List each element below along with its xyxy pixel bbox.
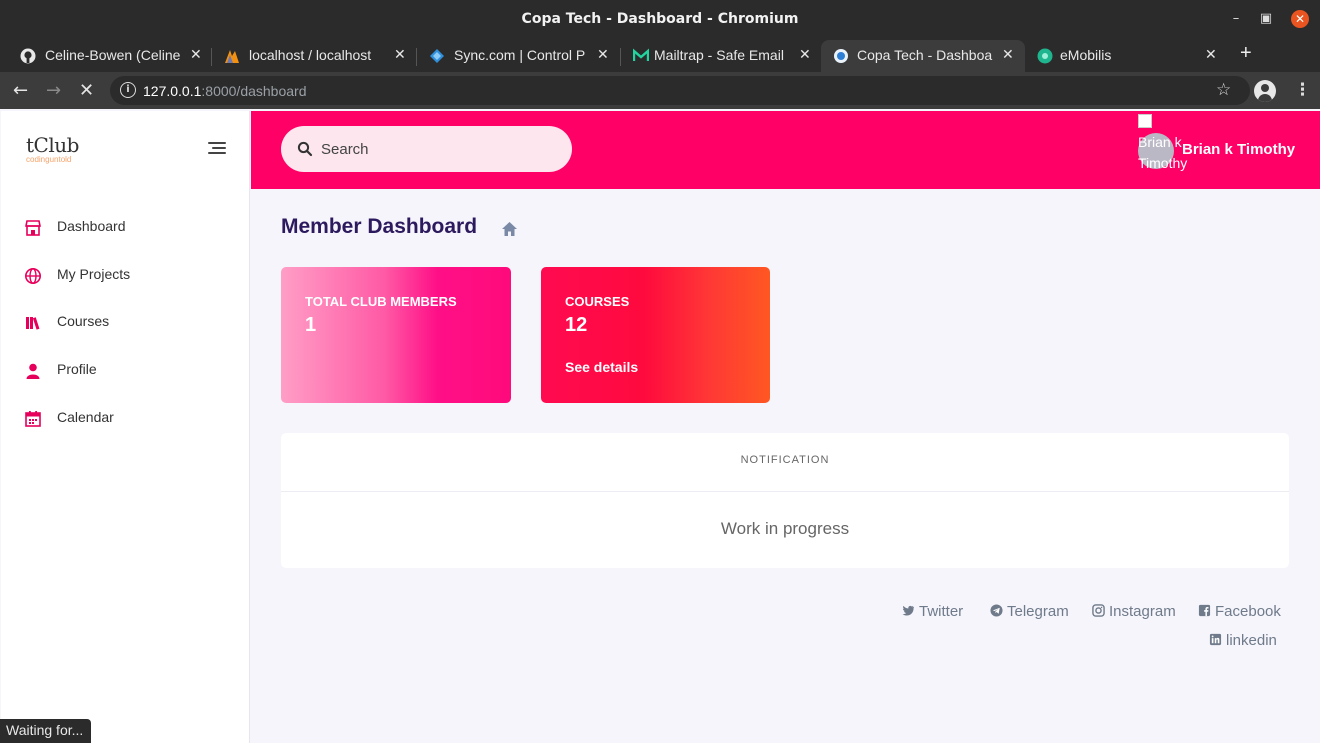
twitter-icon xyxy=(902,605,915,616)
tab-label: eMobilis xyxy=(1060,47,1112,63)
close-tab-icon[interactable]: ✕ xyxy=(1205,46,1217,63)
card-label: COURSES xyxy=(565,294,630,309)
maximize-button[interactable]: ▣ xyxy=(1257,10,1275,28)
sidebar-item-dashboard[interactable]: Dashboard xyxy=(1,208,249,248)
close-tab-icon[interactable]: ✕ xyxy=(394,46,406,63)
sidebar-item-courses[interactable]: Courses xyxy=(1,303,249,343)
mailtrap-icon xyxy=(633,48,649,61)
sidebar-item-profile[interactable]: Profile xyxy=(1,351,249,391)
sync-icon xyxy=(430,49,444,63)
card-value: 1 xyxy=(305,314,317,336)
close-tab-icon[interactable]: ✕ xyxy=(190,46,202,63)
card-label: TOTAL CLUB MEMBERS xyxy=(305,294,457,309)
new-tab-button[interactable]: + xyxy=(1240,42,1252,65)
linkedin-icon xyxy=(1209,633,1222,646)
phpmyadmin-icon xyxy=(225,50,239,63)
app-logo[interactable]: tClub codinguntold xyxy=(26,133,79,164)
search-icon xyxy=(297,141,313,157)
tab-label: Celine-Bowen (Celine xyxy=(45,47,181,63)
tab-label: Copa Tech - Dashboa xyxy=(857,47,993,63)
forward-button[interactable]: → xyxy=(46,80,61,101)
top-header: Brian k Timothy Brian k Timothy xyxy=(251,111,1320,189)
tab-strip: Celine-Bowen (Celine ✕ localhost / local… xyxy=(0,38,1320,72)
url-field[interactable]: i 127.0.0.1:8000/dashboard xyxy=(110,76,1250,105)
user-menu[interactable]: Brian k Timothy Brian k Timothy xyxy=(1138,111,1318,189)
menu-toggle-icon[interactable] xyxy=(208,142,226,156)
browser-tab[interactable]: eMobilis ✕ xyxy=(1025,40,1230,72)
bookmark-star-icon[interactable]: ☆ xyxy=(1216,80,1231,100)
twitter-link[interactable]: Twitter xyxy=(902,603,963,620)
back-button[interactable]: ← xyxy=(13,80,28,101)
close-tab-icon[interactable]: ✕ xyxy=(597,46,609,63)
window-title: Copa Tech - Dashboard - Chromium xyxy=(521,11,799,27)
emobilis-icon xyxy=(1037,48,1053,64)
avatar-alt-text: Brian k Timothy xyxy=(1138,111,1188,174)
browser-tab[interactable]: Sync.com | Control P ✕ xyxy=(417,40,621,72)
browser-tab[interactable]: localhost / localhost ✕ xyxy=(212,40,417,72)
status-bar: Waiting for... xyxy=(0,719,92,743)
sidebar-item-calendar[interactable]: Calendar xyxy=(1,399,249,439)
broken-image-icon xyxy=(1138,114,1152,128)
total-members-card: TOTAL CLUB MEMBERS 1 xyxy=(281,267,511,403)
store-icon xyxy=(25,220,41,236)
tab-label: Mailtrap - Safe Email xyxy=(654,47,784,63)
instagram-icon xyxy=(1092,604,1105,617)
stop-loading-button[interactable]: ✕ xyxy=(79,80,94,101)
page-title: Member Dashboard xyxy=(281,215,478,238)
notification-body: Work in progress xyxy=(720,519,850,538)
site-info-icon[interactable]: i xyxy=(120,82,136,98)
search-input[interactable] xyxy=(321,138,551,160)
tab-label: localhost / localhost xyxy=(249,47,372,63)
notification-header: NOTIFICATION xyxy=(281,433,1289,492)
books-icon xyxy=(26,317,40,330)
tab-label: Sync.com | Control P xyxy=(454,47,586,63)
browser-tab-active[interactable]: Copa Tech - Dashboa ✕ xyxy=(821,40,1025,72)
telegram-icon xyxy=(990,604,1003,617)
page-viewport: tClub codinguntold Dashboard My Projects… xyxy=(0,109,1320,743)
notification-panel: NOTIFICATION Work in progress xyxy=(281,433,1289,568)
calendar-icon xyxy=(25,411,41,427)
close-tab-icon[interactable]: ✕ xyxy=(1002,46,1014,63)
courses-card: COURSES 12 See details xyxy=(541,267,770,403)
instagram-link[interactable]: Instagram xyxy=(1092,603,1176,620)
see-details-link[interactable]: See details xyxy=(565,359,638,375)
minimize-button[interactable]: – xyxy=(1227,10,1245,28)
user-icon xyxy=(26,363,40,379)
close-window-button[interactable]: ✕ xyxy=(1291,10,1309,28)
browser-profile-icon[interactable] xyxy=(1254,80,1276,102)
url-text: 127.0.0.1:8000/dashboard xyxy=(143,83,307,99)
sidebar: tClub codinguntold Dashboard My Projects… xyxy=(1,111,250,743)
telegram-link[interactable]: Telegram xyxy=(990,603,1069,620)
card-value: 12 xyxy=(565,314,588,336)
search-box[interactable] xyxy=(281,126,572,172)
window-titlebar: Copa Tech - Dashboard - Chromium – ▣ ✕ xyxy=(0,0,1320,38)
browser-tab[interactable]: Mailtrap - Safe Email ✕ xyxy=(621,40,821,72)
facebook-icon xyxy=(1198,604,1211,617)
username[interactable]: Brian k Timothy xyxy=(1182,141,1295,158)
facebook-link[interactable]: Facebook xyxy=(1198,603,1281,620)
github-icon xyxy=(20,48,36,64)
address-bar: ← → ✕ i 127.0.0.1:8000/dashboard ☆ ⋮ xyxy=(0,72,1320,109)
sidebar-item-my-projects[interactable]: My Projects xyxy=(1,256,249,296)
page-icon xyxy=(834,49,848,63)
close-tab-icon[interactable]: ✕ xyxy=(799,46,811,63)
home-icon[interactable] xyxy=(501,221,518,237)
globe-icon xyxy=(25,268,41,284)
browser-menu-icon[interactable]: ⋮ xyxy=(1294,80,1311,100)
browser-tab[interactable]: Celine-Bowen (Celine ✕ xyxy=(8,40,212,72)
linkedin-link[interactable]: linkedin xyxy=(1209,632,1277,649)
